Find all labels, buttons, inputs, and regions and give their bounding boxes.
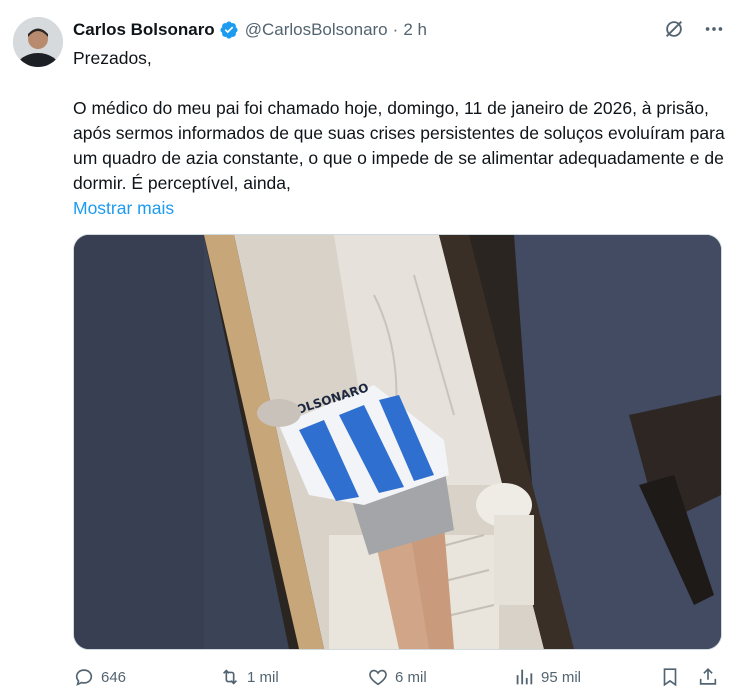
repost-count: 1 mil [247,668,279,686]
retweet-icon [222,669,238,685]
grok-icon[interactable] [663,18,685,40]
reply-count: 646 [101,668,127,686]
like-button[interactable]: 6 mil [367,666,427,688]
more-icon[interactable] [703,18,725,40]
tweet-body: O médico do meu pai foi chamado hoje, do… [73,98,725,193]
like-count: 6 mil [395,668,427,686]
tweet-text: Prezados, O médico do meu pai foi chamad… [73,46,728,221]
avatar[interactable] [13,17,63,67]
like-icon [369,669,387,686]
show-more-link[interactable]: Mostrar mais [73,196,174,221]
header-actions [663,18,725,40]
share-icon [699,668,717,685]
share-button[interactable] [697,666,719,688]
tweet-actions: 646 1 mil 6 mil 95 mil [73,662,723,692]
bookmark-icon [663,668,677,687]
timestamp[interactable]: 2 h [403,20,427,40]
repost-button[interactable]: 1 mil [219,666,279,688]
verified-badge-icon[interactable] [219,20,239,40]
views-count: 95 mil [541,668,582,686]
author-handle[interactable]: @CarlosBolsonaro [245,20,388,40]
views-icon [516,669,533,685]
bookmark-button[interactable] [659,666,681,688]
reply-button[interactable]: 646 [73,666,126,688]
tweet-greeting: Prezados, [73,48,152,68]
views-button[interactable]: 95 mil [513,666,581,688]
tweet: Carlos Bolsonaro @CarlosBolsonaro · 2 h … [0,0,747,700]
separator-dot: · [392,20,399,39]
reply-icon [75,669,93,686]
tweet-photo[interactable]: BOLSONARO [73,234,722,650]
tweet-header: Carlos Bolsonaro @CarlosBolsonaro · 2 h [73,18,727,42]
author-name[interactable]: Carlos Bolsonaro [73,20,215,40]
